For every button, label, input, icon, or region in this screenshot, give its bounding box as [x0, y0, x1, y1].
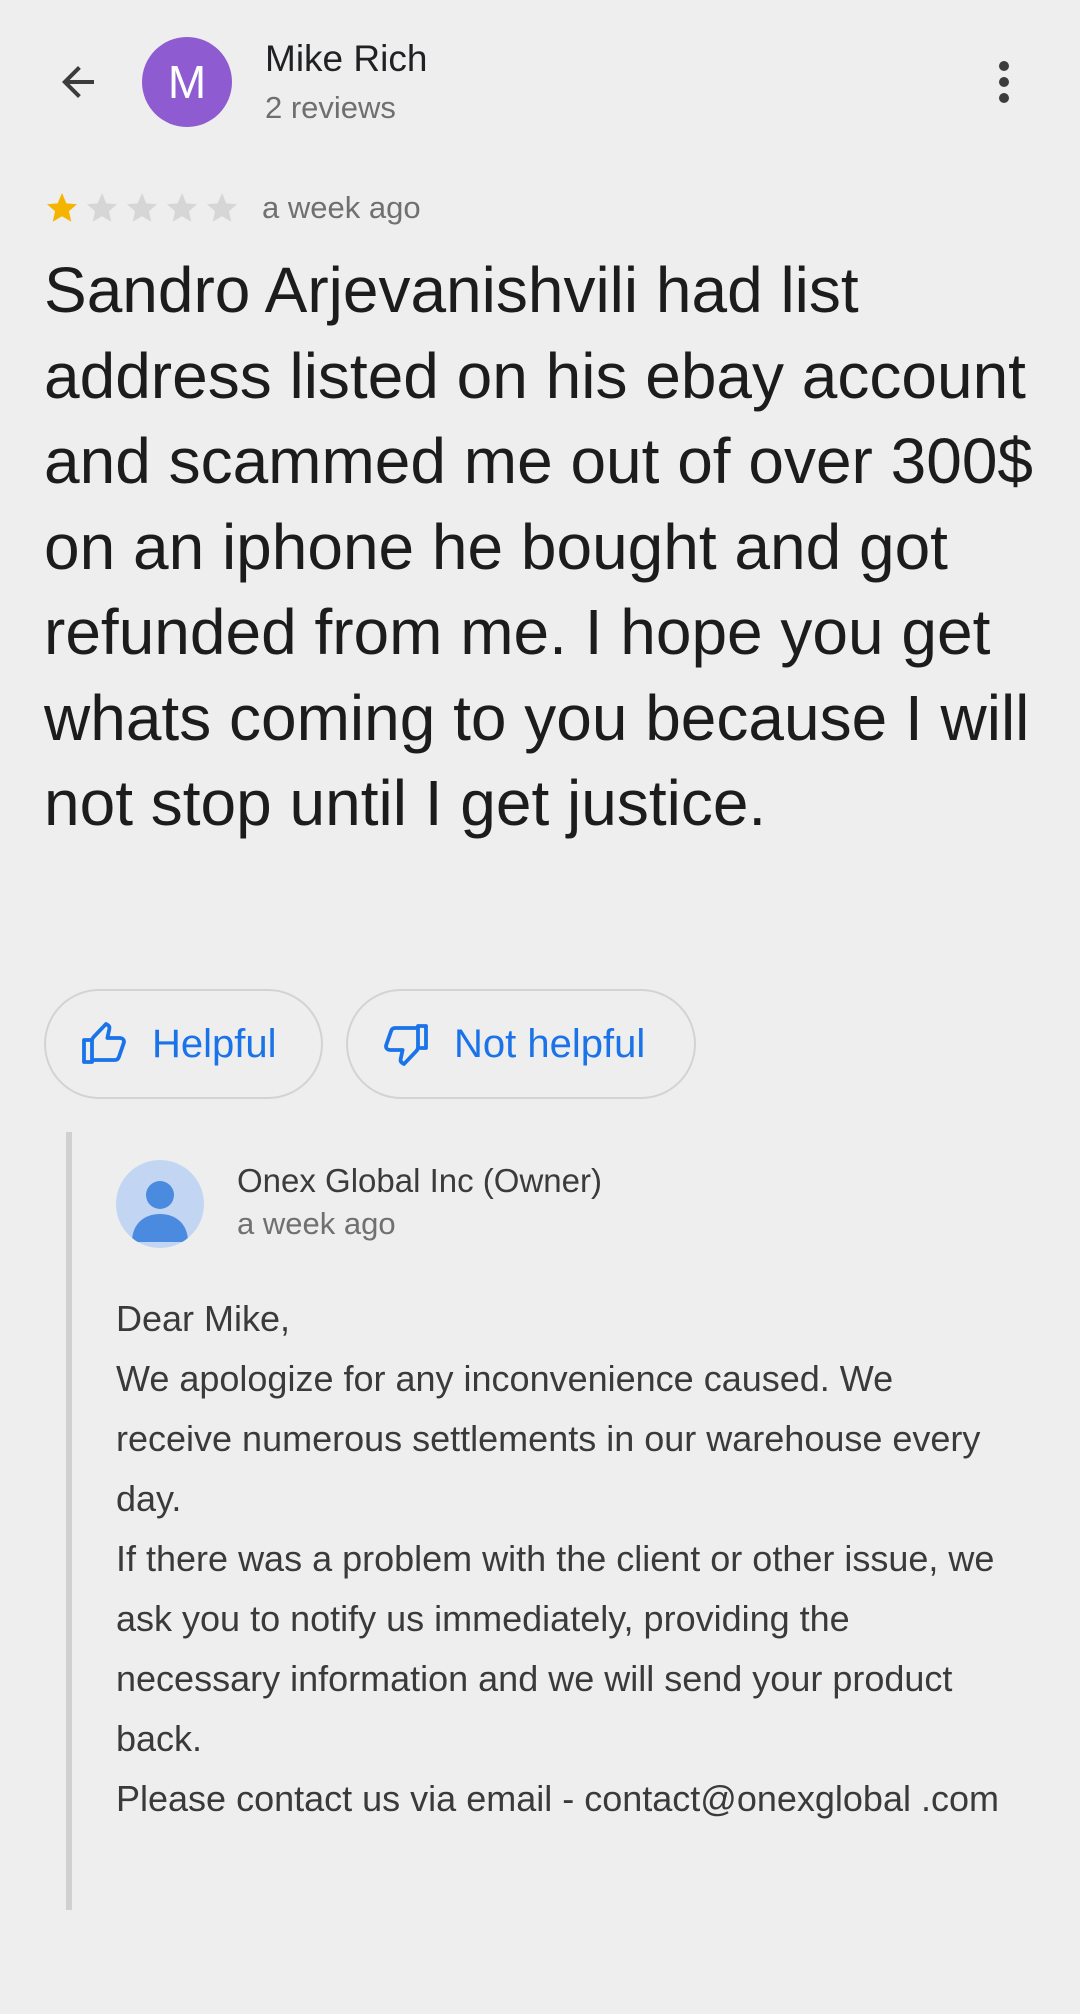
review-text: Sandro Arjevanishvili had list address l…	[44, 254, 1033, 839]
reviewer-name[interactable]: Mike Rich	[265, 38, 427, 80]
not-helpful-label: Not helpful	[454, 1021, 646, 1066]
owner-avatar	[116, 1160, 204, 1248]
star-empty-icon	[87, 193, 117, 222]
owner-reply-time: a week ago	[237, 1206, 396, 1241]
back-button[interactable]	[44, 48, 112, 116]
reply-line: We apologize for any inconvenience cause…	[116, 1358, 981, 1519]
reply-line: Dear Mike,	[116, 1298, 291, 1339]
thumb-down-icon	[384, 1024, 428, 1066]
star-empty-icon	[167, 193, 197, 222]
star-empty-icon	[127, 193, 157, 222]
star-filled-icon	[47, 193, 77, 222]
helpful-label: Helpful	[152, 1021, 277, 1066]
star-empty-icon	[207, 193, 237, 222]
star-rating	[44, 190, 240, 226]
owner-name: Onex Global Inc (Owner)	[237, 1162, 602, 1199]
review-time: a week ago	[262, 190, 421, 225]
feedback-buttons: Helpful Not helpful	[44, 989, 696, 1099]
review-detail-page: M Mike Rich 2 reviews a week ago Sandro …	[0, 0, 1080, 2014]
reply-divider-bar	[66, 1132, 72, 1910]
rating-row: a week ago	[44, 188, 421, 228]
avatar-letter: M	[167, 56, 207, 108]
reviewer-review-count: 2 reviews	[265, 90, 396, 125]
arrow-back-icon	[62, 66, 94, 98]
more-options-button[interactable]	[980, 52, 1028, 112]
not-helpful-button[interactable]: Not helpful	[346, 989, 696, 1099]
reviewer-avatar[interactable]: M	[142, 37, 232, 127]
reply-line: If there was a problem with the client o…	[116, 1538, 995, 1759]
person-icon	[132, 1181, 188, 1242]
owner-reply-text: Dear Mike, We apologize for any inconven…	[116, 1289, 1016, 1829]
review-header: M Mike Rich 2 reviews	[0, 0, 1080, 165]
helpful-button[interactable]: Helpful	[44, 989, 323, 1099]
thumb-up-icon	[82, 1022, 126, 1064]
reply-line: Please contact us via email - contact@on…	[116, 1778, 999, 1819]
more-vert-icon	[999, 61, 1009, 103]
